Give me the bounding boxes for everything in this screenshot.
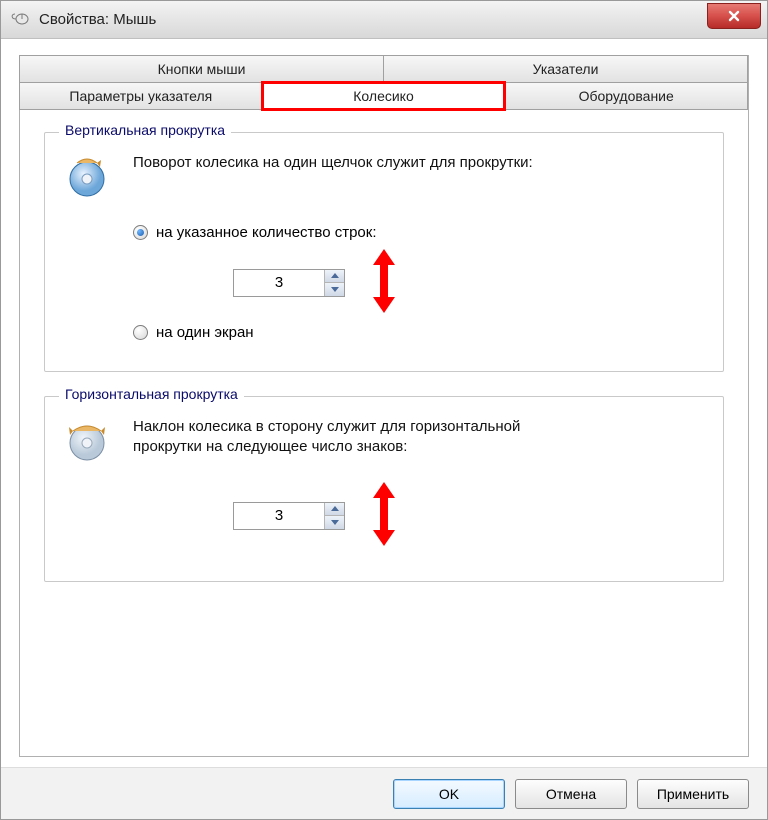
- group-horizontal-legend: Горизонтальная прокрутка: [59, 386, 244, 402]
- spinner-down-button[interactable]: [325, 283, 344, 296]
- spinner-up-button[interactable]: [325, 503, 344, 517]
- tab-buttons[interactable]: Кнопки мыши: [19, 55, 384, 83]
- tab-pointer-options[interactable]: Параметры указателя: [19, 82, 263, 110]
- chevron-down-icon: [331, 520, 339, 525]
- button-bar: OK Отмена Применить: [1, 767, 767, 819]
- tab-label: Оборудование: [579, 88, 674, 104]
- button-label: OK: [439, 786, 459, 802]
- ok-button[interactable]: OK: [393, 779, 505, 809]
- window-title: Свойства: Мышь: [39, 11, 156, 28]
- group-vertical-legend: Вертикальная прокрутка: [59, 122, 231, 138]
- horizontal-chars-spinner[interactable]: [233, 502, 345, 530]
- window: Свойства: Мышь Кнопки мыши Указатели Пар…: [0, 0, 768, 820]
- tab-label: Колесико: [353, 88, 413, 104]
- tab-label: Параметры указателя: [69, 88, 212, 104]
- annotation-arrow-vertical: [369, 249, 399, 316]
- chevron-down-icon: [331, 287, 339, 292]
- button-label: Применить: [657, 786, 729, 802]
- radio-label: на указанное количество строк:: [156, 224, 377, 241]
- radio-option-lines[interactable]: на указанное количество строк:: [133, 224, 705, 241]
- tab-label: Указатели: [533, 61, 599, 77]
- cancel-button[interactable]: Отмена: [515, 779, 627, 809]
- titlebar: Свойства: Мышь: [1, 1, 767, 39]
- vertical-desc: Поворот колесика на один щелчок служит д…: [133, 153, 705, 204]
- radio-icon: [133, 225, 148, 240]
- wheel-vertical-icon: [63, 153, 133, 204]
- radio-icon: [133, 325, 148, 340]
- chevron-up-icon: [331, 506, 339, 511]
- tabstrip-row-1: Кнопки мыши Указатели: [20, 56, 748, 83]
- annotation-arrow-horizontal: [369, 482, 399, 549]
- wheel-horizontal-icon: [63, 417, 133, 468]
- tab-wheel[interactable]: Колесико: [262, 82, 506, 110]
- apply-button[interactable]: Применить: [637, 779, 749, 809]
- vertical-lines-spinner[interactable]: [233, 269, 345, 297]
- mouse-icon: [11, 10, 31, 29]
- close-icon: [727, 9, 741, 23]
- tab-pane: Кнопки мыши Указатели Параметры указател…: [19, 55, 749, 757]
- tab-pointers[interactable]: Указатели: [383, 55, 748, 83]
- tab-hardware[interactable]: Оборудование: [504, 82, 748, 110]
- horizontal-desc: Наклон колесика в сторону служит для гор…: [133, 417, 553, 468]
- spinner-down-button[interactable]: [325, 516, 344, 529]
- tab-label: Кнопки мыши: [158, 61, 246, 77]
- button-label: Отмена: [546, 786, 596, 802]
- tab-body: Вертикальная прокрутка: [20, 110, 748, 628]
- chevron-up-icon: [331, 273, 339, 278]
- horizontal-chars-input[interactable]: [234, 503, 324, 529]
- vertical-lines-input[interactable]: [234, 270, 324, 296]
- group-vertical-scroll: Вертикальная прокрутка: [44, 132, 724, 372]
- close-button[interactable]: [707, 3, 761, 29]
- radio-label: на один экран: [156, 324, 254, 341]
- content: Кнопки мыши Указатели Параметры указател…: [1, 39, 767, 767]
- tabstrip-row-2: Параметры указателя Колесико Оборудовани…: [20, 83, 748, 110]
- spinner-up-button[interactable]: [325, 270, 344, 284]
- radio-option-screen[interactable]: на один экран: [133, 324, 705, 341]
- group-horizontal-scroll: Горизонтальная прокрутка: [44, 396, 724, 582]
